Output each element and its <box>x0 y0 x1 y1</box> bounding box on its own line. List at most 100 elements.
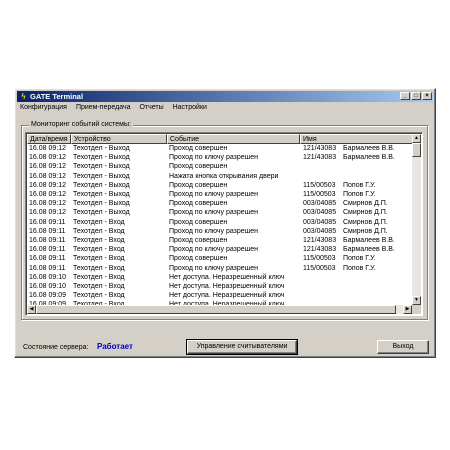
cell-key: 003/04085 <box>303 200 337 208</box>
maximize-button[interactable]: □ <box>411 92 421 100</box>
cell-datetime: 16.08 09:12 <box>29 191 66 198</box>
table-row[interactable]: 16.08 09:09 Техотдел - Вход Нет доступа. Н… <box>27 291 412 300</box>
cell-key: 003/04085 <box>303 227 337 235</box>
events-list[interactable]: Дата/время Устройство Событие Имя 16.08 … <box>25 132 423 316</box>
column-header-datetime[interactable]: Дата/время <box>27 134 71 144</box>
table-row[interactable]: 16.08 09:11 Техотдел - Вход Проход соверше… <box>27 236 412 245</box>
table-row[interactable]: 16.08 09:12 Техотдел - Выход Проход соверш… <box>27 144 412 153</box>
scroll-right-icon[interactable]: ▶ <box>403 305 412 314</box>
cell-device: Техотдел - Выход <box>73 200 130 208</box>
menu-reports[interactable]: Отчеты <box>139 104 163 111</box>
app-window: ϟ GATE Terminal _ □ × Конфигурация Прием… <box>14 88 436 358</box>
menu-configuration[interactable]: Конфигурация <box>20 104 67 111</box>
minimize-button[interactable]: _ <box>400 92 410 100</box>
cell-device: Техотдел - Вход <box>73 246 125 254</box>
cell-datetime: 16.08 09:11 <box>29 255 66 263</box>
cell-key: 003/04085 <box>303 218 337 226</box>
cell-event: Нажата кнопка открывания двери <box>169 172 279 180</box>
cell-key: 115/00503 <box>303 181 336 189</box>
vertical-scrollbar[interactable]: ▲ ▼ <box>412 134 421 305</box>
cell-event: Нет доступа. Неразрешенный ключ <box>169 283 285 290</box>
cell-name: Бармалеев В.В. <box>343 154 395 162</box>
cell-key: 121/43083 <box>303 246 337 254</box>
monitor-group-label: Мониторинг событий системы: <box>29 120 133 130</box>
scrollbar-corner <box>412 305 421 314</box>
cell-event: Нет доступа. Неразрешенный ключ <box>169 273 285 281</box>
cell-device: Техотдел - Вход <box>73 264 125 272</box>
vertical-scroll-thumb[interactable] <box>412 143 421 157</box>
table-row[interactable]: 16.08 09:12 Техотдел - Выход Проход соверш… <box>27 199 412 208</box>
cell-event: Проход по ключу разрешен <box>169 191 259 198</box>
table-row[interactable]: 16.08 09:12 Техотдел - Выход Проход соверш… <box>27 181 412 190</box>
cell-datetime: 16.08 09:11 <box>29 246 66 254</box>
table-row[interactable]: 16.08 09:10 Техотдел - Вход Нет доступа. Н… <box>27 273 412 282</box>
cell-device: Техотдел - Выход <box>73 145 130 152</box>
cell-datetime: 16.08 09:12 <box>29 200 66 208</box>
table-row[interactable]: 16.08 09:11 Техотдел - Вход Проход по ключ… <box>27 245 412 254</box>
column-header-name[interactable]: Имя <box>300 134 414 144</box>
cell-key: 115/00503 <box>303 255 336 263</box>
horizontal-scroll-thumb[interactable] <box>36 305 396 314</box>
table-row[interactable]: 16.08 09:11 Техотдел - Вход Проход по ключ… <box>27 264 412 273</box>
cell-device: Техотдел - Вход <box>73 255 125 263</box>
cell-event: Проход совершен <box>169 145 228 152</box>
exit-button[interactable]: Выход <box>377 340 429 354</box>
column-header-event[interactable]: Событие <box>167 134 300 144</box>
scroll-left-icon[interactable]: ◀ <box>27 305 36 314</box>
table-row[interactable]: 16.08 09:12 Техотдел - Выход Проход по клю… <box>27 208 412 217</box>
cell-event: Проход по ключу разрешен <box>169 227 259 235</box>
table-row[interactable]: 16.08 09:12 Техотдел - Выход Проход соверш… <box>27 162 412 171</box>
cell-name: Попов Г.У. <box>343 191 376 198</box>
table-row[interactable]: 16.08 09:11 Техотдел - Вход Проход соверше… <box>27 218 412 227</box>
cell-event: Проход по ключу разрешен <box>169 246 259 254</box>
menu-bar: Конфигурация Прием-передача Отчеты Настр… <box>17 103 433 113</box>
cell-name: Смирнов Д.П. <box>343 227 388 235</box>
cell-event: Проход совершен <box>169 200 228 208</box>
horizontal-scrollbar[interactable]: ◀ ▶ <box>27 305 412 314</box>
server-status-label: Состояние сервера: <box>23 344 89 351</box>
cell-key: 003/04085 <box>303 209 337 217</box>
cell-name: Бармалеев В.В. <box>343 237 395 244</box>
server-status-value: Работает <box>97 342 133 351</box>
cell-datetime: 16.08 09:10 <box>29 283 66 290</box>
cell-key: 121/43083 <box>303 145 337 152</box>
window-controls: _ □ × <box>399 92 432 101</box>
table-row[interactable]: 16.08 09:11 Техотдел - Вход Проход соверше… <box>27 254 412 263</box>
scroll-up-icon[interactable]: ▲ <box>412 134 421 143</box>
table-row[interactable]: 16.08 09:12 Техотдел - Выход Нажата кнопка… <box>27 172 412 181</box>
title-bar[interactable]: ϟ GATE Terminal _ □ × <box>17 91 433 102</box>
table-row[interactable]: 16.08 09:12 Техотдел - Выход Проход по клю… <box>27 153 412 162</box>
menu-settings[interactable]: Настройки <box>173 104 207 111</box>
cell-event: Проход совершен <box>169 237 228 244</box>
cell-name: Смирнов Д.П. <box>343 200 388 208</box>
menu-transfer[interactable]: Прием-передача <box>76 104 131 111</box>
cell-datetime: 16.08 09:11 <box>29 264 66 272</box>
cell-datetime: 16.08 09:12 <box>29 145 66 152</box>
column-header-device[interactable]: Устройство <box>71 134 167 144</box>
cell-device: Техотдел - Вход <box>73 237 125 244</box>
cell-event: Нет доступа. Неразрешенный ключ <box>169 292 285 300</box>
cell-datetime: 16.08 09:09 <box>29 292 66 300</box>
list-rows: 16.08 09:12 Техотдел - Выход Проход соверш… <box>27 144 412 305</box>
cell-device: Техотдел - Выход <box>73 163 130 171</box>
cell-device: Техотдел - Выход <box>73 154 130 162</box>
cell-name: Попов Г.У. <box>343 264 376 272</box>
cell-device: Техотдел - Выход <box>73 191 130 198</box>
app-icon: ϟ <box>21 92 26 101</box>
cell-device: Техотдел - Вход <box>73 292 125 300</box>
cell-device: Техотдел - Выход <box>73 172 130 180</box>
cell-event: Проход по ключу разрешен <box>169 209 259 217</box>
scroll-down-icon[interactable]: ▼ <box>412 296 421 305</box>
cell-datetime: 16.08 09:12 <box>29 163 66 171</box>
cell-name: Попов Г.У. <box>343 181 376 189</box>
cell-event: Проход по ключу разрешен <box>169 264 259 272</box>
cell-device: Техотдел - Вход <box>73 218 125 226</box>
close-button[interactable]: × <box>422 92 432 100</box>
list-header: Дата/время Устройство Событие Имя <box>27 134 414 144</box>
manage-readers-button[interactable]: Управление считывателями <box>186 339 298 355</box>
cell-device: Техотдел - Выход <box>73 209 130 217</box>
table-row[interactable]: 16.08 09:11 Техотдел - Вход Проход по ключ… <box>27 227 412 236</box>
table-row[interactable]: 16.08 09:10 Техотдел - Вход Нет доступа. Н… <box>27 282 412 291</box>
cell-name: Попов Г.У. <box>343 255 376 263</box>
table-row[interactable]: 16.08 09:12 Техотдел - Выход Проход по клю… <box>27 190 412 199</box>
